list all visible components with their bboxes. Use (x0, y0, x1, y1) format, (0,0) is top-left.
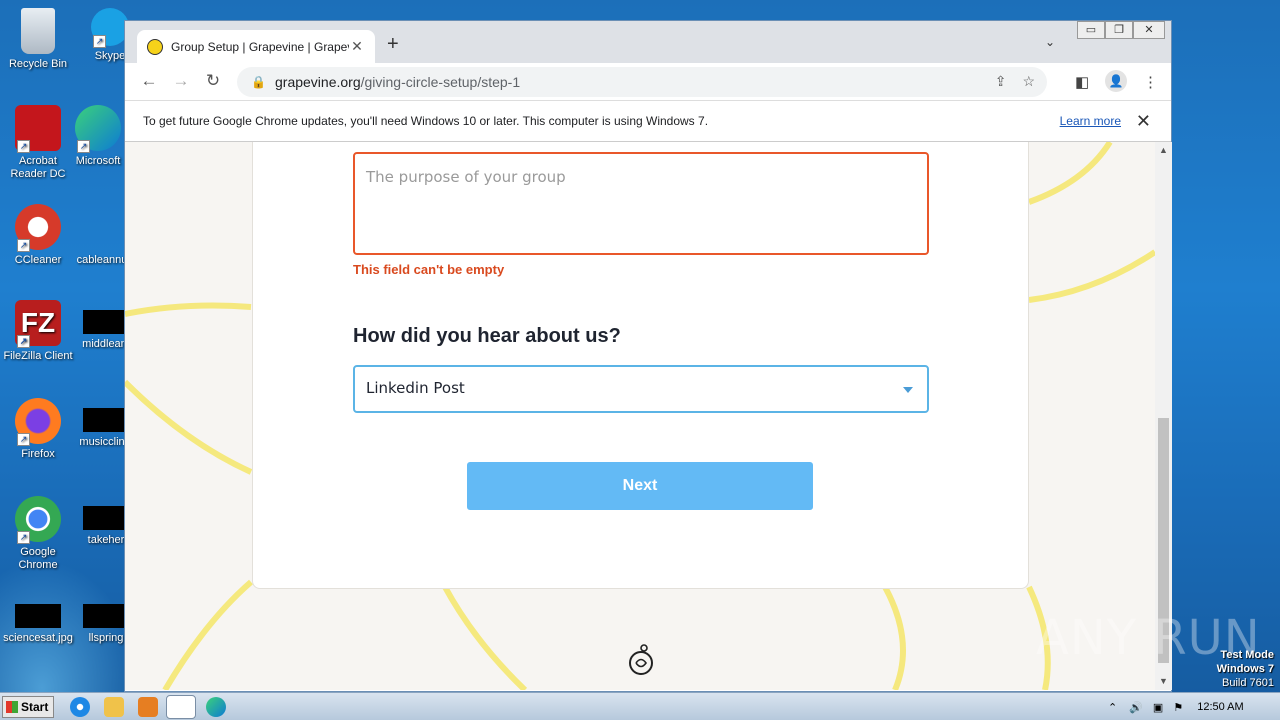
page-viewport: The purpose of your group This field can… (125, 142, 1155, 690)
desktop-icon-recycle-bin[interactable]: Recycle Bin (0, 8, 76, 71)
desktop-icon-filezilla[interactable]: FZ ↗ FileZilla Client (0, 300, 76, 363)
group-purpose-textarea[interactable]: The purpose of your group (353, 152, 929, 255)
desktop-icon-label: CCleaner (14, 254, 62, 266)
address-bar[interactable]: 🔒 grapevine.org/giving-circle-setup/step… (237, 67, 1047, 97)
bookmark-star-icon[interactable]: ☆ (1022, 73, 1035, 90)
tab-close-icon[interactable]: ✕ (349, 38, 365, 55)
volume-icon[interactable]: 🔊 (1129, 701, 1143, 714)
desktop-icon-label: cableannu (76, 254, 128, 266)
windows-flag-icon (6, 701, 18, 713)
desktop-icon-label: sciencesat.jpg (3, 632, 73, 644)
test-mode-notice: Test Mode Windows 7 Build 7601 (1217, 648, 1274, 690)
lock-icon: 🔒 (251, 75, 266, 89)
test-mode-line2: Windows 7 (1216, 663, 1274, 675)
window-close-icon[interactable]: ✕ (1133, 21, 1165, 39)
chrome-taskbar-button[interactable] (166, 695, 196, 719)
file-icon (83, 310, 129, 334)
tab-grapevine[interactable]: Group Setup | Grapevine | Grapevine ✕ (137, 30, 375, 63)
desktop-icon-label: Microsoft (75, 155, 121, 167)
infobar-close-icon[interactable]: ✕ (1136, 111, 1151, 132)
grapevine-favicon-icon (147, 38, 163, 55)
forward-icon[interactable]: → (171, 71, 191, 91)
scroll-down-arrow-icon[interactable]: ▼ (1159, 676, 1168, 686)
purpose-error-message: This field can't be empty (353, 262, 505, 277)
clock[interactable]: 12:50 AM (1197, 701, 1243, 713)
tray-expand-icon[interactable]: ⌃ (1108, 701, 1117, 714)
system-tray: ⌃ 🔊 ▣ ⚑ 12:50 AM (1100, 693, 1280, 720)
browser-toolbar: ← → ↻ 🔒 grapevine.org/giving-circle-setu… (125, 63, 1171, 101)
chrome-window: Group Setup | Grapevine | Grapevine ✕ + … (124, 20, 1172, 692)
group-purpose-placeholder: The purpose of your group (366, 168, 566, 186)
shortcut-arrow-icon: ↗ (17, 531, 30, 544)
desktop-icon-label: Recycle Bin (8, 58, 68, 70)
start-label: Start (21, 700, 49, 714)
acrobat-icon: ↗ (15, 105, 61, 153)
media-player-icon[interactable] (138, 697, 158, 717)
network-icon[interactable]: ▣ (1153, 701, 1163, 714)
next-button[interactable]: Next (467, 462, 813, 510)
setup-form-card: The purpose of your group This field can… (252, 142, 1029, 589)
tab-strip: Group Setup | Grapevine | Grapevine ✕ + … (125, 21, 1171, 63)
firefox-icon: ↗ (15, 398, 61, 446)
infobar-message: To get future Google Chrome updates, you… (143, 114, 709, 128)
file-icon (83, 604, 129, 628)
desktop-icon-sciencesat[interactable]: sciencesat.jpg (0, 594, 76, 645)
filezilla-icon: FZ ↗ (15, 300, 61, 348)
hear-about-us-heading: How did you hear about us? (353, 325, 621, 347)
desktop-icon-label: middleam (82, 338, 130, 350)
start-button[interactable]: Start (2, 696, 54, 718)
update-infobar: To get future Google Chrome updates, you… (125, 101, 1171, 142)
file-icon (79, 204, 125, 250)
desktop-icon-label: takeher (87, 534, 125, 546)
scroll-up-arrow-icon[interactable]: ▲ (1159, 145, 1168, 155)
hear-about-us-value: Linkedin Post (366, 379, 465, 397)
shortcut-arrow-icon: ↗ (93, 35, 106, 48)
shortcut-arrow-icon: ↗ (17, 140, 30, 153)
internet-explorer-icon[interactable] (70, 697, 90, 717)
desktop-icon-label: Google Chrome (18, 546, 58, 571)
chrome-icon: ↗ (15, 496, 61, 544)
minimize-icon[interactable]: ▭ (1077, 21, 1105, 39)
desktop-icon-label: Skype (94, 50, 126, 62)
grapevine-logo-icon (629, 644, 653, 675)
edge-taskbar-icon[interactable] (206, 697, 226, 717)
file-icon (83, 506, 129, 530)
file-icon (83, 408, 129, 432)
test-mode-line3: Build 7601 (1222, 677, 1274, 689)
tab-title: Group Setup | Grapevine | Grapevine (171, 39, 349, 54)
ccleaner-icon: ↗ (15, 204, 61, 252)
tab-search-chevron-icon[interactable]: ⌄ (1045, 35, 1055, 49)
back-icon[interactable]: ← (139, 71, 159, 91)
hear-about-us-select[interactable]: Linkedin Post (353, 365, 929, 413)
shortcut-arrow-icon: ↗ (17, 433, 30, 446)
new-tab-icon[interactable]: + (387, 33, 399, 56)
action-center-flag-icon[interactable]: ⚑ (1173, 701, 1183, 714)
kebab-menu-icon[interactable]: ⋮ (1143, 73, 1158, 91)
edge-icon: ↗ (75, 105, 121, 153)
page-scrollbar[interactable]: ▲ ▼ (1155, 142, 1172, 690)
desktop-icon-chrome[interactable]: ↗ Google Chrome (0, 496, 76, 572)
desktop-icon-label: llspring (88, 632, 124, 644)
shortcut-arrow-icon: ↗ (77, 140, 90, 153)
shortcut-arrow-icon: ↗ (17, 239, 30, 252)
desktop-icon-label: FileZilla Client (3, 350, 73, 362)
test-mode-line1: Test Mode (1220, 649, 1274, 661)
desktop-icon-firefox[interactable]: ↗ Firefox (0, 398, 76, 461)
shortcut-arrow-icon: ↗ (17, 335, 30, 348)
url-host: grapevine.org (275, 74, 361, 90)
image-file-icon (15, 604, 61, 628)
restore-icon[interactable]: ❐ (1105, 21, 1133, 39)
share-icon[interactable]: ⇪ (995, 73, 1007, 90)
reload-icon[interactable]: ↻ (203, 71, 223, 91)
taskbar: Start ⌃ 🔊 ▣ ⚑ 12:50 AM (0, 692, 1280, 720)
dropdown-caret-icon (903, 387, 913, 393)
desktop-icon-label: Acrobat Reader DC (10, 155, 66, 180)
side-panel-icon[interactable]: ◧ (1075, 73, 1089, 91)
desktop-icon-label: Firefox (21, 448, 55, 460)
recycle-bin-icon (21, 8, 55, 54)
url-path: /giving-circle-setup/step-1 (360, 74, 521, 90)
file-explorer-icon[interactable] (104, 697, 124, 717)
profile-avatar-icon[interactable]: 👤 (1105, 70, 1127, 92)
learn-more-link[interactable]: Learn more (1060, 114, 1121, 128)
